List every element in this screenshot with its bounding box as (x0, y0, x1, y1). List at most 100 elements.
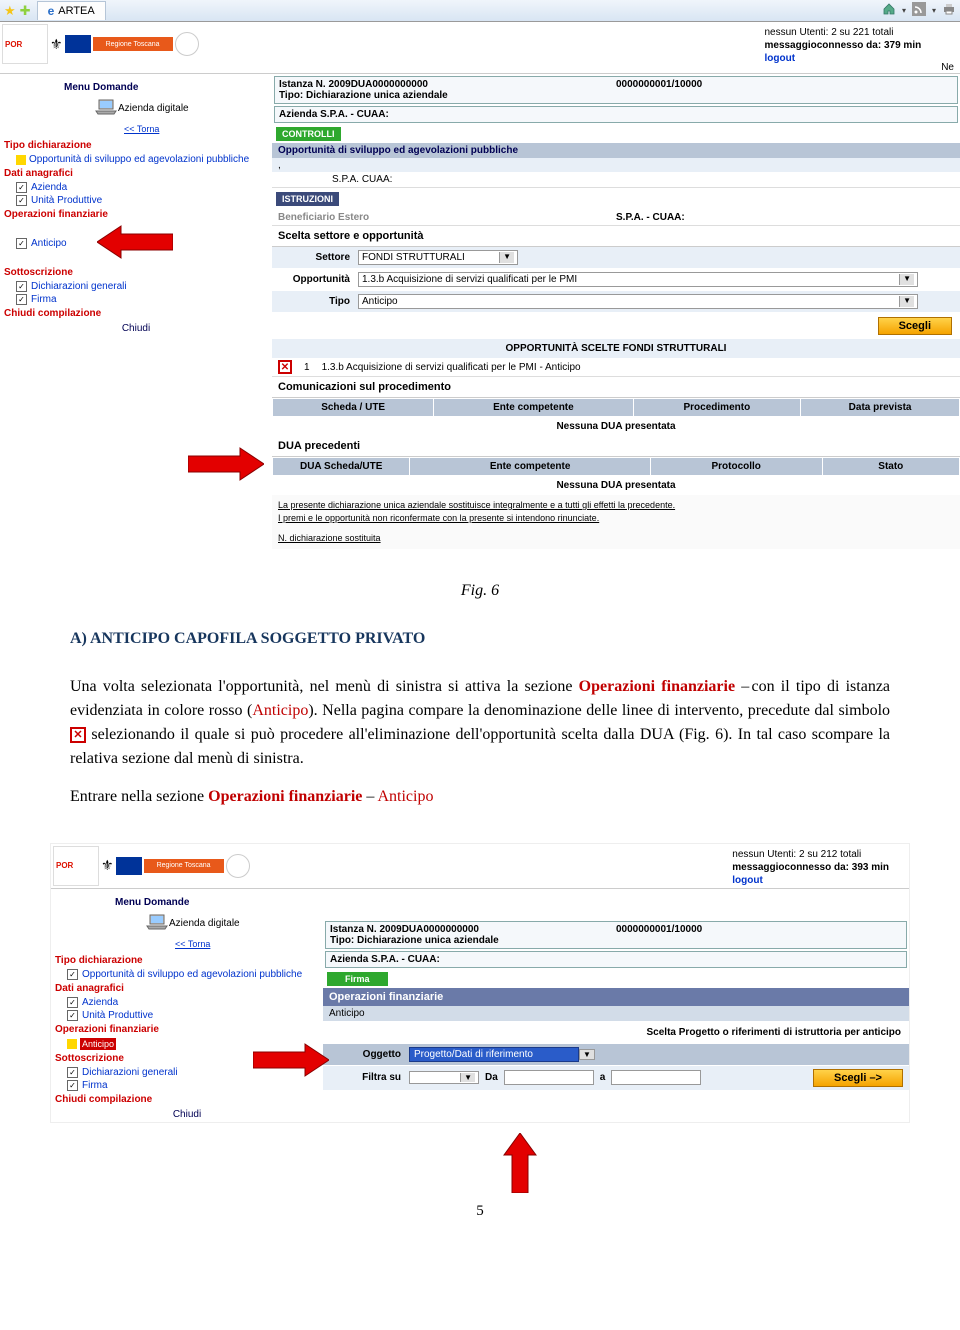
checkbox-icon (67, 1010, 78, 1021)
delete-icon: ✕ (70, 727, 86, 743)
doc-paragraph-2: Entrare nella sezione Operazioni finanzi… (70, 785, 890, 809)
sidebar-item-dich-gen[interactable]: Dichiarazioni generali (4, 280, 268, 293)
code-label: 0000000001/10000 (616, 924, 702, 935)
doc-heading: A) ANTICIPO CAPOFILA SOGGETTO PRIVATO (70, 627, 890, 651)
anticipo-tab[interactable]: Anticipo (323, 1006, 909, 1021)
checkbox-icon (16, 238, 27, 249)
sidebar-item-azienda[interactable]: Azienda (4, 181, 268, 194)
sidebar-item-unita[interactable]: Unità Produttive (55, 1009, 319, 1022)
comunicazioni-heading: Comunicazioni sul procedimento (272, 377, 960, 398)
doc-paragraph-1: Una volta selezionata l'opportunità, nel… (70, 675, 890, 771)
tab-title: ARTEA (58, 5, 94, 17)
dua-table: DUA Scheda/UTE Ente competente Protocoll… (272, 457, 960, 476)
favorites-star-icon[interactable]: ★ (4, 3, 16, 19)
add-favorite-icon[interactable]: ✚ (20, 3, 31, 19)
istruzioni-button[interactable]: ISTRUZIONI (276, 192, 339, 206)
spa-cuaa2: S.P.A. - CUAA: (616, 212, 954, 223)
filtra-select[interactable]: ▼ (409, 1071, 479, 1084)
th-stato: Stato (822, 458, 959, 476)
sidebar-heading: Menu Domande (4, 76, 268, 97)
eu-flag-icon (65, 35, 91, 53)
home-icon[interactable] (882, 2, 896, 19)
opportunita-select[interactable]: 1.3.b Acquisizione di servizi qualificat… (358, 272, 918, 287)
code-label: 0000000001/10000 (616, 79, 702, 90)
pencil-icon (67, 1039, 77, 1049)
row-num: 1 (304, 362, 310, 373)
th-ente: Ente competente (434, 399, 633, 417)
scelta-progetto-label: Scelta Progetto o riferimenti di istrutt… (323, 1021, 909, 1044)
app-header-2: POR ⚜ Regione Toscana nessun Utenti: 2 s… (51, 844, 909, 889)
chevron-down-icon: ▼ (899, 274, 914, 285)
laptop-icon (145, 914, 169, 933)
sidebar-chiudi-comp: Chiudi compilazione (55, 1092, 319, 1107)
sidebar-item-anticipo[interactable]: Anticipo (4, 237, 67, 250)
controlli-button[interactable]: CONTROLLI (276, 127, 341, 141)
sidebar-chiudi-link[interactable]: Chiudi (55, 1107, 319, 1120)
sidebar-item-opportunita[interactable]: Opportunità di sviluppo ed agevolazioni … (55, 968, 319, 981)
benef-label: Beneficiario Estero (278, 212, 616, 223)
back-link[interactable]: << Torna (4, 120, 268, 138)
sidebar-item-azienda[interactable]: Azienda (55, 996, 319, 1009)
chevron-down-icon: ▼ (579, 1049, 595, 1060)
checkbox-icon (16, 195, 27, 206)
back-link[interactable]: << Torna (55, 935, 319, 953)
istanza-label: Istanza N. 2009DUA0000000000 (279, 79, 428, 90)
header-status: nessun Utenti: 2 su 212 totali messaggio… (732, 844, 909, 887)
sidebar-2: Menu Domande Azienda digitale << Torna T… (51, 889, 323, 1122)
tuscany-emblem-icon (226, 854, 250, 878)
tipo-select[interactable]: Anticipo▼ (358, 294, 918, 309)
por-logo: POR (2, 24, 48, 64)
istanza-label: Istanza N. 2009DUA0000000000 (330, 924, 479, 935)
sidebar-tipo-dich: Tipo dichiarazione (4, 138, 268, 153)
sidebar-item-firma[interactable]: Firma (4, 293, 268, 306)
sidebar-op-fin: Operazioni finanziarie (4, 207, 268, 222)
dropdown-icon[interactable]: ▾ (902, 6, 906, 15)
note-3: N. dichiarazione sostituita (272, 528, 960, 549)
dropdown-icon[interactable]: ▾ (932, 6, 936, 15)
sidebar-sottoscrizione: Sottoscrizione (4, 265, 268, 280)
logout-link[interactable]: logout (764, 53, 795, 64)
figure-caption: Fig. 6 (70, 579, 890, 603)
delete-icon[interactable]: ✕ (278, 360, 292, 374)
settore-select[interactable]: FONDI STRUTTURALI▼ (358, 250, 518, 265)
checkbox-icon (67, 997, 78, 1008)
firma-button[interactable]: Firma (327, 972, 388, 986)
th-ente: Ente competente (410, 458, 650, 476)
sidebar-item-azienda-digitale[interactable]: Azienda digitale (55, 912, 319, 935)
spa-cuaa: S.P.A. CUAA: (272, 172, 960, 188)
sidebar-item-azienda-digitale[interactable]: Azienda digitale (4, 97, 268, 120)
scelta-heading: Scelta settore e opportunità (272, 226, 960, 247)
opportunita-label: Opportunità (278, 274, 358, 285)
oggetto-label: Oggetto (329, 1049, 409, 1060)
sidebar-heading: Menu Domande (55, 891, 319, 912)
regione-toscana-badge: Regione Toscana (144, 859, 224, 873)
sidebar-dati-anag: Dati anagrafici (55, 981, 319, 996)
sidebar-tipo-dich: Tipo dichiarazione (55, 953, 319, 968)
scegli-button[interactable]: Scegli (878, 317, 952, 335)
red-arrow-icon (4, 444, 268, 487)
comunicazioni-table: Scheda / UTE Ente competente Procediment… (272, 398, 960, 417)
row-text: 1.3.b Acquisizione di servizi qualificat… (322, 362, 581, 373)
tuscany-emblem-icon (175, 32, 199, 56)
a-input[interactable] (611, 1070, 701, 1085)
sidebar-item-opportunita[interactable]: Opportunità di sviluppo ed agevolazioni … (4, 153, 268, 166)
sidebar: Menu Domande Azienda digitale << Torna T… (0, 74, 272, 489)
sidebar-chiudi-link[interactable]: Chiudi (4, 321, 268, 334)
main-content: Istanza N. 2009DUA0000000000 Tipo: Dichi… (272, 74, 960, 549)
checkbox-icon (16, 281, 27, 292)
header-status: nessun Utenti: 2 su 221 totali messaggio… (764, 22, 941, 65)
document-body: Fig. 6 A) ANTICIPO CAPOFILA SOGGETTO PRI… (0, 549, 960, 843)
print-icon[interactable] (942, 2, 956, 19)
logout-link[interactable]: logout (732, 875, 763, 886)
eu-flag-icon (116, 857, 142, 875)
sidebar-item-unita[interactable]: Unità Produttive (4, 194, 268, 207)
th-proto: Protocollo (650, 458, 822, 476)
italy-emblem-icon: ⚜ (50, 36, 63, 53)
feed-icon[interactable] (912, 2, 926, 19)
oggetto-select[interactable]: Progetto/Dati di riferimento (409, 1047, 579, 1062)
scegli-button-2[interactable]: Scegli –> (813, 1069, 903, 1087)
a-label: a (594, 1072, 612, 1083)
browser-tab[interactable]: e ARTEA (37, 1, 106, 20)
da-input[interactable] (504, 1070, 594, 1085)
checkbox-icon (16, 182, 27, 193)
